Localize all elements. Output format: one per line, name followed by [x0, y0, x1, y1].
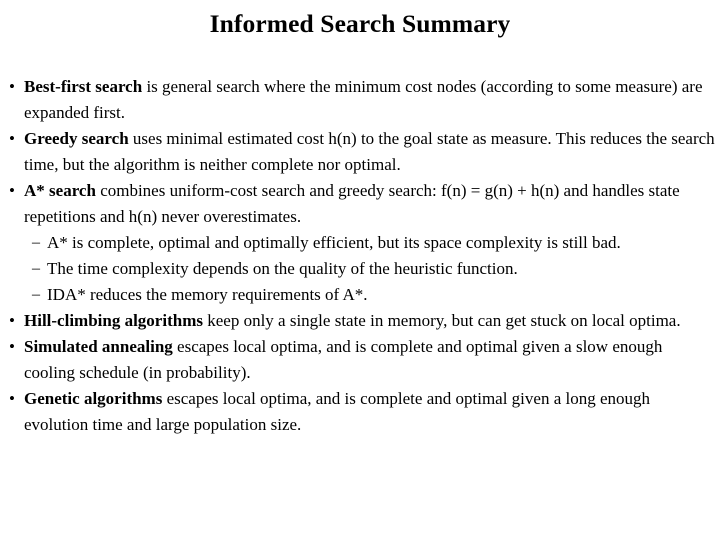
bullet-marker-icon: •	[9, 311, 15, 330]
bullet-term: Simulated annealing	[24, 337, 173, 356]
bullet-text: keep only a single state in memory, but …	[202, 311, 681, 330]
bullet-marker-icon: •	[9, 389, 15, 408]
bullet-marker-icon: •	[9, 77, 15, 96]
bullet-marker-icon: •	[9, 181, 15, 200]
dash-marker-icon: –	[32, 260, 40, 277]
bullet-term: Greedy search	[24, 129, 129, 148]
dash-marker-icon: –	[32, 286, 40, 303]
bullet-item: • Simulated annealing escapes local optim…	[0, 334, 720, 386]
bullet-item: • Best-first search is general search whe…	[0, 74, 720, 126]
bullet-item: • Genetic algorithms escapes local optima…	[0, 386, 720, 438]
slide: Informed Search Summary • Best-first sear…	[0, 0, 720, 540]
page-title: Informed Search Summary	[209, 9, 511, 38]
sub-bullet-item: – A* is complete, optimal and optimally e…	[0, 230, 720, 256]
sub-bullet-item: – IDA* reduces the memory requirements of…	[0, 282, 720, 308]
bullet-item: • Hill-climbing algorithms keep only a si…	[0, 308, 720, 334]
sub-bullet-item: – The time complexity depends on the qual…	[0, 256, 720, 282]
bullet-text: combines uniform-cost search and greedy …	[24, 181, 680, 226]
bullet-list: • Best-first search is general search whe…	[0, 74, 720, 438]
bullet-term: Best-first search	[24, 77, 143, 96]
bullet-term: A* search	[24, 181, 96, 200]
bullet-marker-icon: •	[9, 129, 15, 148]
bullet-item: • A* search combines uniform-cost search …	[0, 178, 720, 230]
bullet-marker-icon: •	[9, 337, 15, 356]
bullet-text: The time complexity depends on the quali…	[47, 259, 518, 278]
bullet-item: • Greedy search uses minimal estimated co…	[0, 126, 720, 178]
dash-marker-icon: –	[32, 234, 40, 251]
bullet-text: IDA* reduces the memory requirements of …	[47, 285, 368, 304]
bullet-term: Genetic algorithms	[24, 389, 163, 408]
bullet-text: A* is complete, optimal and optimally ef…	[47, 233, 621, 252]
bullet-term: Hill-climbing algorithms	[24, 311, 203, 330]
